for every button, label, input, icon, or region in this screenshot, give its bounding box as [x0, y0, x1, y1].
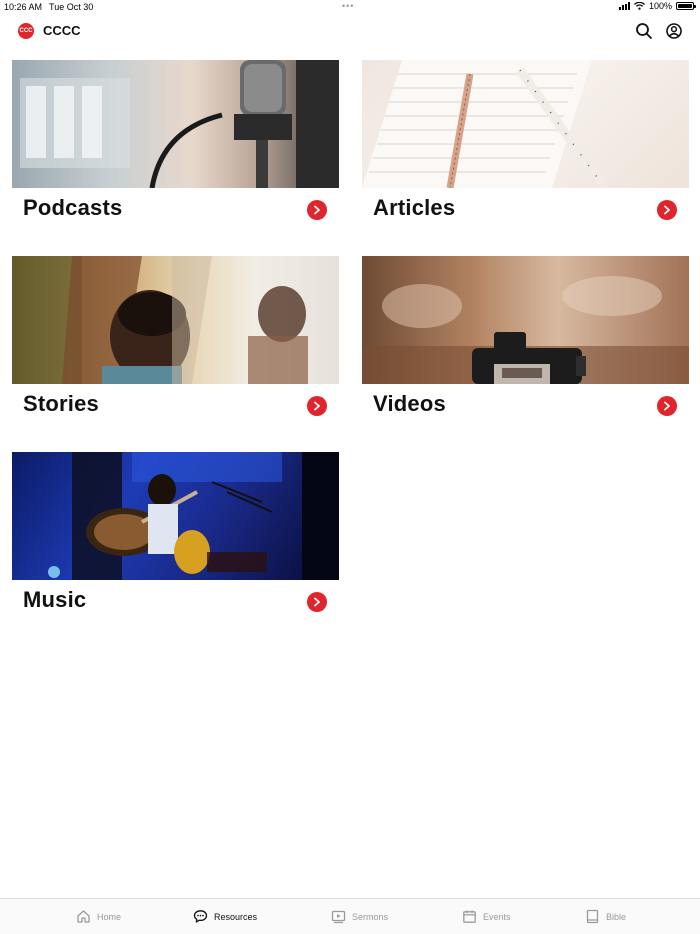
card-stories[interactable]: Stories [12, 256, 339, 426]
chat-bubble-icon [193, 910, 208, 923]
card-title-podcasts: Podcasts [23, 195, 123, 220]
chevron-right-icon[interactable] [307, 396, 327, 416]
videos-image[interactable] [362, 256, 689, 384]
tab-events[interactable]: Events [462, 909, 511, 924]
app-logo: CCC [18, 23, 34, 39]
search-icon[interactable] [635, 22, 653, 40]
tab-label-bible: Bible [606, 911, 627, 922]
card-title-videos: Videos [373, 391, 446, 416]
tab-resources[interactable]: Resources [193, 909, 257, 924]
app-header: CCC CCCC [0, 14, 700, 48]
status-left: 10:26 AM Tue Oct 30 [4, 2, 93, 12]
tab-label-sermons: Sermons [352, 911, 389, 922]
tab-label-events: Events [483, 911, 511, 922]
tab-home[interactable]: Home [76, 909, 121, 924]
music-image[interactable] [12, 452, 339, 580]
status-right: 100% [618, 1, 696, 11]
tab-label-home: Home [97, 911, 122, 922]
calendar-icon [463, 910, 476, 923]
card-articles[interactable]: Articles [362, 60, 689, 230]
card-videos[interactable]: Videos [362, 256, 689, 426]
card-title-music: Music [23, 587, 87, 612]
status-bar: 10:26 AM Tue Oct 30 ••• 100% [0, 0, 700, 14]
chevron-right-icon[interactable] [657, 200, 677, 220]
play-video-icon [331, 910, 346, 924]
card-music[interactable]: Music [12, 452, 339, 622]
wifi-icon [634, 2, 645, 10]
tab-bar: Home Resources Sermons Events Bible [0, 898, 700, 934]
account-icon[interactable] [665, 22, 683, 40]
card-podcasts[interactable]: Podcasts [12, 60, 339, 230]
status-date: Tue Oct 30 [49, 2, 94, 12]
battery-percent: 100% [648, 1, 672, 11]
card-title-articles: Articles [373, 195, 456, 220]
chevron-right-icon[interactable] [307, 592, 327, 612]
tab-sermons[interactable]: Sermons [331, 909, 388, 924]
status-time: 10:26 AM [4, 2, 43, 12]
chevron-right-icon[interactable] [307, 200, 327, 220]
home-icon [77, 910, 90, 923]
book-icon [586, 909, 599, 924]
signal-icon [618, 2, 630, 10]
tab-bible[interactable]: Bible [585, 909, 626, 924]
podcasts-image[interactable] [12, 60, 339, 188]
multitasking-dots[interactable]: ••• [342, 1, 354, 11]
app-title: CCCC [43, 23, 81, 38]
card-title-stories: Stories [23, 391, 99, 416]
stories-image[interactable] [12, 256, 339, 384]
chevron-right-icon[interactable] [657, 396, 677, 416]
articles-image[interactable] [362, 60, 689, 188]
tab-label-resources: Resources [214, 911, 258, 922]
battery-icon [676, 2, 696, 10]
